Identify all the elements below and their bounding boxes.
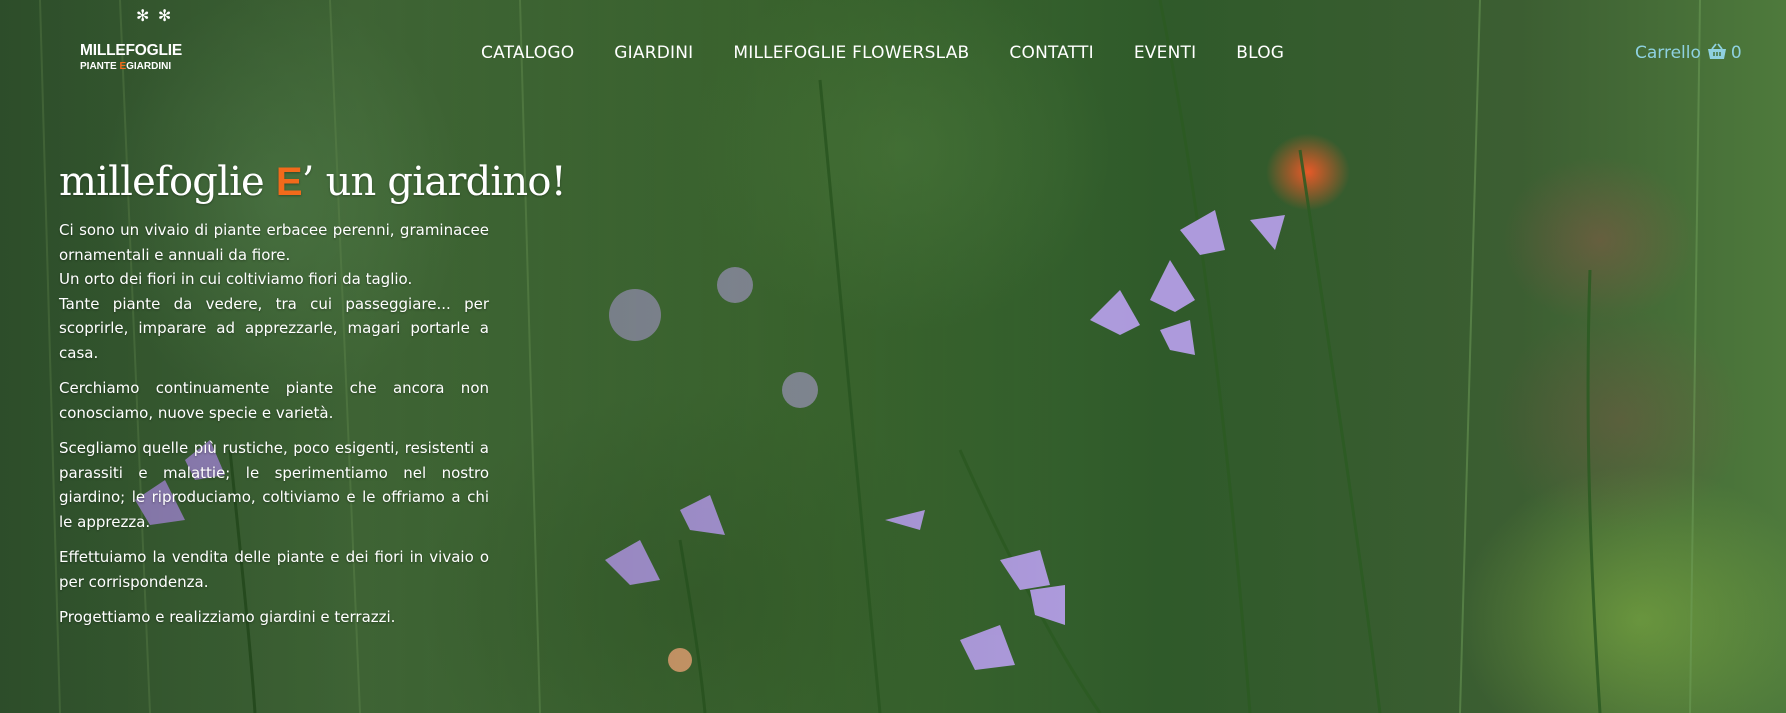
selection-paragraph: Scegliamo quelle più rustiche, poco esig… — [59, 439, 489, 531]
nav-blog[interactable]: BLOG — [1236, 43, 1284, 63]
hero-section: ✻ ✻ MILLEFOGLIE PIANTE EGIARDINI CATALOG… — [0, 0, 1786, 713]
nav-contatti[interactable]: CONTATTI — [1009, 43, 1093, 63]
cart-link[interactable]: Carrello 0 — [1635, 43, 1742, 65]
intro-paragraph: Ci sono un vivaio di piante erbacee pere… — [59, 221, 489, 362]
nav-catalogo[interactable]: CATALOGO — [481, 43, 574, 63]
nav-flowerslab[interactable]: MILLEFOGLIE FLOWERSLAB — [733, 43, 969, 63]
research-paragraph: Cerchiamo continuamente piante che ancor… — [59, 379, 489, 422]
main-navigation: CATALOGO GIARDINI MILLEFOGLIE FLOWERSLAB… — [481, 43, 1324, 63]
site-logo[interactable]: ✻ ✻ MILLEFOGLIE PIANTE EGIARDINI — [80, 6, 210, 76]
logo-subtitle: PIANTE EGIARDINI — [80, 61, 172, 72]
cart-count: 0 — [1730, 43, 1742, 63]
nav-giardini[interactable]: GIARDINI — [614, 43, 693, 63]
sales-paragraph: Effettuiamo la vendita delle piante e de… — [59, 548, 489, 591]
dandelion-icon: ✻ ✻ — [136, 8, 174, 25]
logo-title: MILLEFOGLIE — [80, 42, 182, 59]
page-title: millefoglie E’ un giardino! — [59, 159, 567, 205]
basket-icon — [1707, 43, 1727, 65]
intro-content: millefoglie E’ un giardino! Ci sono un v… — [59, 159, 567, 641]
nav-eventi[interactable]: EVENTI — [1134, 43, 1196, 63]
cart-label: Carrello — [1635, 43, 1701, 63]
design-paragraph: Progettiamo e realizziamo giardini e ter… — [59, 608, 396, 626]
